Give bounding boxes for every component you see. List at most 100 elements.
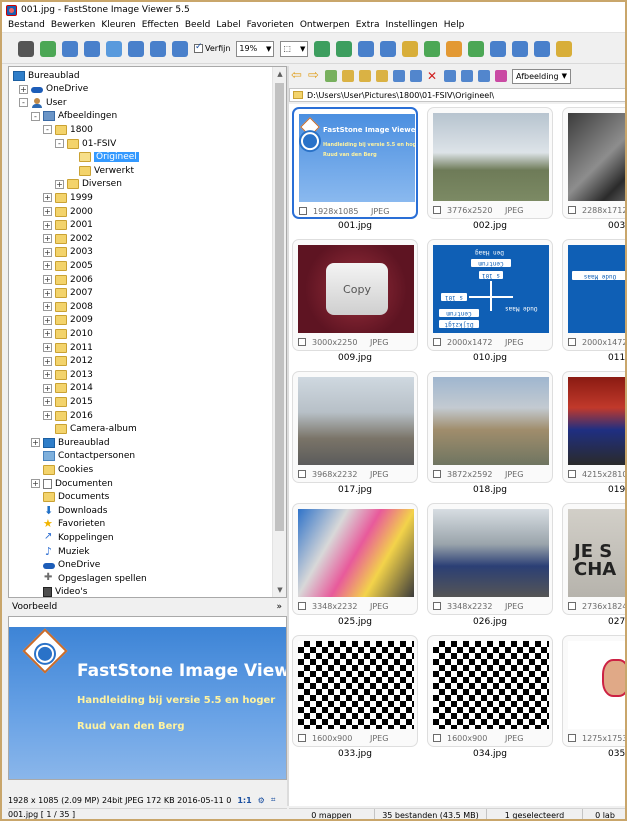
rotate-right-icon[interactable] (336, 40, 353, 57)
tree-item-2001[interactable]: +2001 (43, 219, 93, 232)
tree-item-2003[interactable]: +2003 (43, 246, 93, 259)
thumbnail-018[interactable]: 3872x2592 JPEG 018.jpg (427, 371, 553, 499)
tree-item-2000[interactable]: +2000 (43, 205, 93, 218)
thumbnail-checkbox[interactable] (568, 206, 576, 214)
save-as-icon[interactable] (84, 40, 100, 57)
expand-icon[interactable]: + (43, 315, 52, 325)
thumbnail-checkbox[interactable] (298, 734, 306, 742)
thumbnail-card[interactable]: FastStone Image Viewer Handleiding bij ve… (292, 107, 418, 219)
person-icon[interactable] (424, 40, 441, 57)
menu-item-help[interactable]: Help (441, 20, 468, 30)
menu-item-kleuren[interactable]: Kleuren (98, 20, 138, 30)
email-icon[interactable] (490, 40, 507, 57)
expand-icon[interactable]: + (43, 220, 52, 230)
zoom-in-icon[interactable] (128, 40, 144, 57)
thumbnail-card[interactable]: 1600x900 JPEG (292, 635, 418, 747)
path-bar[interactable]: D:\Users\User\Pictures\1800\01-FSIV\Orig… (289, 88, 625, 102)
thumbnail-image[interactable] (568, 377, 625, 465)
thumbnail-image[interactable] (433, 509, 549, 597)
fit-icon[interactable] (172, 40, 188, 57)
tree-item-2015[interactable]: +2015 (43, 395, 93, 408)
tree-item-koppelingen[interactable]: Koppelingen (31, 531, 114, 544)
thumbnail-image[interactable] (433, 641, 549, 729)
slideshow-icon[interactable] (106, 40, 122, 57)
thumbnail-017[interactable]: 3968x2232 JPEG 017.jpg (292, 371, 418, 499)
tag-icon[interactable] (402, 40, 419, 57)
menu-item-instellingen[interactable]: Instellingen (382, 20, 440, 30)
thumbnail-checkbox[interactable] (298, 470, 306, 478)
thumbnail-checkbox[interactable] (433, 470, 441, 478)
tree-item-1800[interactable]: - 1800 (43, 123, 93, 136)
thumbnail-011[interactable]: Oude Maas 2000x1472JPEG 011.jpg (562, 239, 625, 367)
new-folder-icon[interactable] (376, 70, 388, 82)
tree-item-2002[interactable]: +2002 (43, 232, 93, 245)
thumbnail-filename[interactable]: 018.jpg (427, 485, 553, 497)
faststone-app-icon[interactable] (6, 4, 17, 16)
tree-item-muziek[interactable]: Muziek (31, 545, 89, 558)
tree-item-favorieten[interactable]: Favorieten (31, 517, 105, 531)
menu-item-label[interactable]: Label (213, 20, 243, 30)
thumbnail-checkbox[interactable] (568, 470, 576, 478)
tree-item-camera-album[interactable]: Camera-album (43, 423, 137, 436)
tree-scroll-thumb[interactable] (275, 83, 284, 531)
fullscreen-icon[interactable]: ⌗ (271, 795, 276, 805)
menu-item-ontwerpen[interactable]: Ontwerpen (297, 20, 353, 30)
copy-icon[interactable] (393, 70, 405, 82)
thumbnail-checkbox[interactable] (433, 602, 441, 610)
thumbnail-filename[interactable]: 003.jpg (562, 221, 625, 233)
thumbnail-image[interactable] (298, 641, 414, 729)
thumbnail-009[interactable]: Copy 3000x2250 JPEG 009.jpg (292, 239, 418, 367)
thumbnail-image[interactable] (568, 641, 625, 729)
thumbnail-image[interactable]: Copy (298, 245, 414, 333)
thumbnail-025[interactable]: 3348x2232 JPEG 025.jpg (292, 503, 418, 631)
filter-icon[interactable] (495, 70, 507, 82)
collapse-icon[interactable]: - (31, 111, 40, 121)
expand-icon[interactable]: + (43, 383, 52, 393)
folder-tree[interactable]: ▲ ▼ Bureaublad + OneDrive - User - Afbeeldinge… (8, 66, 287, 598)
menu-item-bestand[interactable]: Bestand (5, 20, 48, 30)
thumbnail-image[interactable] (433, 377, 549, 465)
expand-icon[interactable]: + (19, 84, 28, 94)
refine-check-box[interactable] (194, 42, 203, 53)
expand-icon[interactable]: + (43, 207, 52, 216)
tree-item-01-fsiv[interactable]: - 01-FSIV (55, 137, 116, 150)
thumbnail-card[interactable]: 1600x900 JPEG (427, 635, 553, 747)
tree-item-video-s[interactable]: Video's (31, 586, 87, 597)
gear-icon[interactable]: ⚙ (258, 796, 265, 805)
menu-item-bewerken[interactable]: Bewerken (48, 20, 98, 30)
thumbnail-filename[interactable]: 033.jpg (292, 749, 418, 761)
thumbnail-view-icon[interactable] (444, 70, 456, 82)
thumbnail-filename[interactable]: 034.jpg (427, 749, 553, 761)
expand-icon[interactable]: + (43, 411, 52, 420)
thumbnail-filename[interactable]: 025.jpg (292, 617, 418, 629)
thumbnail-019[interactable]: 4215x2810JPEG 019.jpg (562, 371, 625, 499)
forward-arrow-icon[interactable]: ⇨ (308, 69, 320, 82)
thumbnail-filename[interactable]: 001.jpg (292, 221, 418, 233)
thumbnail-card[interactable]: 3872x2592 JPEG (427, 371, 553, 483)
list-view-icon[interactable] (461, 70, 473, 82)
folder-icon[interactable] (359, 70, 371, 82)
tree-item-origineel[interactable]: Origineel (67, 151, 139, 164)
expand-icon[interactable]: + (43, 329, 52, 339)
thumbnail-001[interactable]: FastStone Image Viewer Handleiding bij ve… (292, 107, 418, 235)
save-icon[interactable] (62, 40, 78, 57)
move-icon[interactable] (410, 70, 422, 82)
resize-icon[interactable] (380, 40, 397, 57)
thumbnail-checkbox[interactable] (298, 338, 306, 346)
edit-icon[interactable] (556, 40, 573, 57)
settings-icon[interactable] (446, 40, 463, 57)
thumbnail-010[interactable]: Den Haag Centrum s 101 s 101 Oude Maas Centru… (427, 239, 553, 367)
expand-icon[interactable]: + (43, 370, 52, 380)
tree-item-bureaublad[interactable]: Bureaublad (13, 69, 80, 82)
tree-item-documenten[interactable]: + Documenten (31, 477, 113, 490)
print-icon[interactable] (512, 40, 529, 57)
thumbnail-grid[interactable]: FastStone Image Viewer Handleiding bij ve… (289, 104, 625, 806)
back-arrow-icon[interactable]: ⇦ (291, 69, 303, 82)
thumbnail-card[interactable]: 3968x2232 JPEG (292, 371, 418, 483)
expand-icon[interactable]: + (43, 397, 52, 407)
expand-icon[interactable]: + (43, 356, 52, 366)
tree-item-user[interactable]: - User (19, 96, 67, 109)
thumbnail-034[interactable]: 1600x900 JPEG 034.jpg (427, 635, 553, 763)
thumbnail-card[interactable]: 4215x2810JPEG (562, 371, 625, 483)
tree-item-2012[interactable]: +2012 (43, 355, 93, 368)
